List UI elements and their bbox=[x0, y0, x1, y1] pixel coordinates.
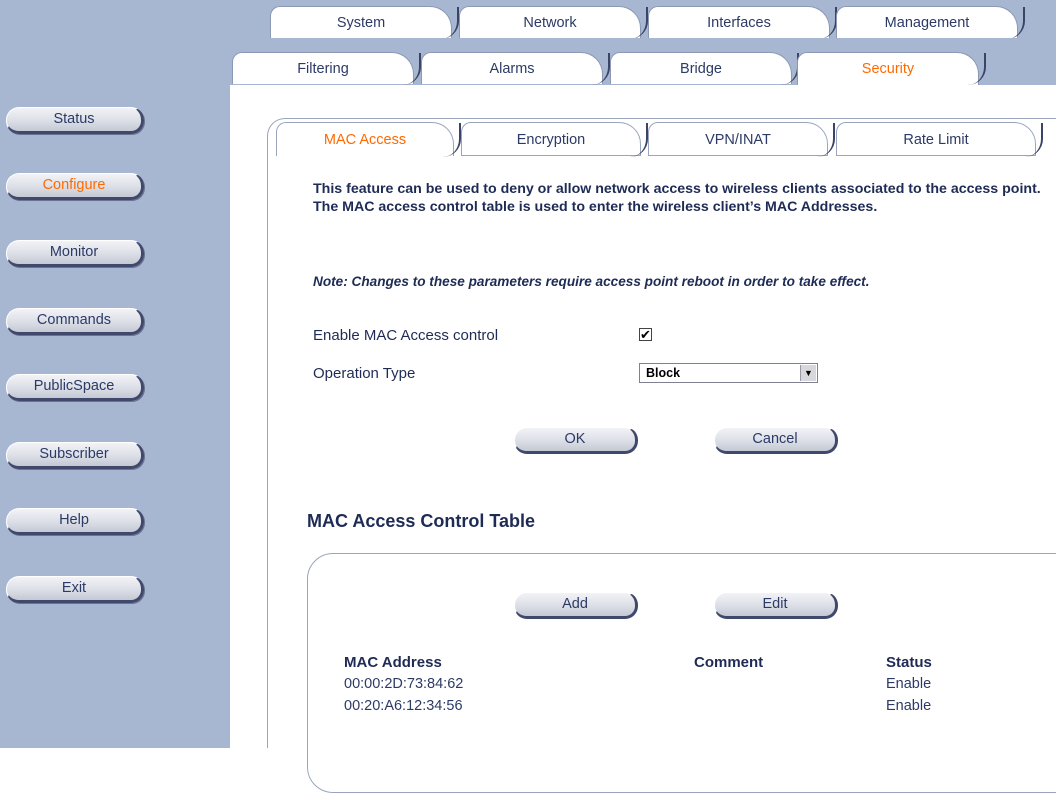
tab-management-label: Management bbox=[884, 15, 970, 31]
reboot-note: Note: Changes to these parameters requir… bbox=[313, 274, 870, 289]
tab-network[interactable]: Network bbox=[459, 6, 648, 39]
subtab-vpn-inat[interactable]: VPN/INAT bbox=[648, 122, 835, 157]
enable-mac-access-label: Enable MAC Access control bbox=[313, 327, 499, 344]
nav-status-button[interactable]: Status bbox=[6, 107, 144, 134]
column-header-mac-address: MAC Address bbox=[344, 654, 442, 671]
nav-publicspace-button[interactable]: PublicSpace bbox=[6, 374, 144, 401]
operation-type-value: Block bbox=[646, 366, 681, 380]
table-row-1-mac[interactable]: 00:00:2D:73:84:62 bbox=[344, 676, 463, 692]
column-header-comment: Comment bbox=[694, 654, 764, 671]
mac-table-title: MAC Access Control Table bbox=[307, 511, 536, 531]
tab-system-label: System bbox=[336, 15, 386, 31]
subtab-rate-limit-label: Rate Limit bbox=[903, 132, 969, 148]
nav-subscriber-button[interactable]: Subscriber bbox=[6, 442, 144, 469]
subtab-mac-access[interactable]: MAC Access bbox=[276, 122, 461, 157]
nav-monitor-button[interactable]: Monitor bbox=[6, 240, 144, 267]
nav-help-button[interactable]: Help bbox=[6, 508, 144, 535]
tab-management[interactable]: Management bbox=[836, 6, 1025, 39]
tab-filtering-label: Filtering bbox=[297, 61, 349, 77]
nav-exit-button[interactable]: Exit bbox=[6, 576, 144, 603]
nav-configure-button[interactable]: Configure bbox=[6, 173, 144, 200]
left-navigation: Status Configure Monitor Commands Public… bbox=[0, 0, 230, 748]
feature-description: This feature can be used to deny or allo… bbox=[313, 181, 1041, 215]
subtab-mac-access-label: MAC Access bbox=[323, 132, 407, 148]
enable-mac-access-checkbox[interactable]: ✔ bbox=[639, 328, 652, 341]
ok-button[interactable]: OK bbox=[514, 427, 638, 454]
tab-alarms-label: Alarms bbox=[489, 61, 535, 77]
tab-interfaces[interactable]: Interfaces bbox=[648, 6, 837, 39]
column-header-status: Status bbox=[886, 654, 932, 671]
edit-button[interactable]: Edit bbox=[714, 592, 838, 619]
table-row-2-mac[interactable]: 00:20:A6:12:34:56 bbox=[344, 698, 463, 714]
tab-security-label: Security bbox=[861, 61, 915, 77]
tab-alarms[interactable]: Alarms bbox=[421, 52, 610, 85]
tab-network-label: Network bbox=[523, 15, 577, 31]
nav-commands-button[interactable]: Commands bbox=[6, 308, 144, 335]
table-row-1-status: Enable bbox=[886, 676, 932, 692]
dropdown-arrow-icon[interactable]: ▼ bbox=[800, 365, 816, 381]
subtab-encryption[interactable]: Encryption bbox=[461, 122, 648, 157]
tab-bridge[interactable]: Bridge bbox=[610, 52, 799, 85]
operation-type-select[interactable]: Block ▼ bbox=[639, 363, 818, 383]
tab-system[interactable]: System bbox=[270, 6, 459, 39]
tab-bridge-label: Bridge bbox=[680, 61, 722, 77]
subtab-rate-limit[interactable]: Rate Limit bbox=[836, 122, 1043, 157]
tab-filtering[interactable]: Filtering bbox=[232, 52, 421, 85]
cancel-button[interactable]: Cancel bbox=[714, 427, 838, 454]
table-row-2-status: Enable bbox=[886, 698, 932, 714]
subtab-vpn-inat-label: VPN/INAT bbox=[705, 132, 771, 148]
add-button[interactable]: Add bbox=[514, 592, 638, 619]
tab-interfaces-label: Interfaces bbox=[707, 15, 771, 31]
subtab-encryption-label: Encryption bbox=[516, 132, 586, 148]
mac-table-panel bbox=[307, 553, 1056, 793]
tab-security[interactable]: Security bbox=[797, 52, 986, 85]
operation-type-label: Operation Type bbox=[313, 365, 416, 382]
